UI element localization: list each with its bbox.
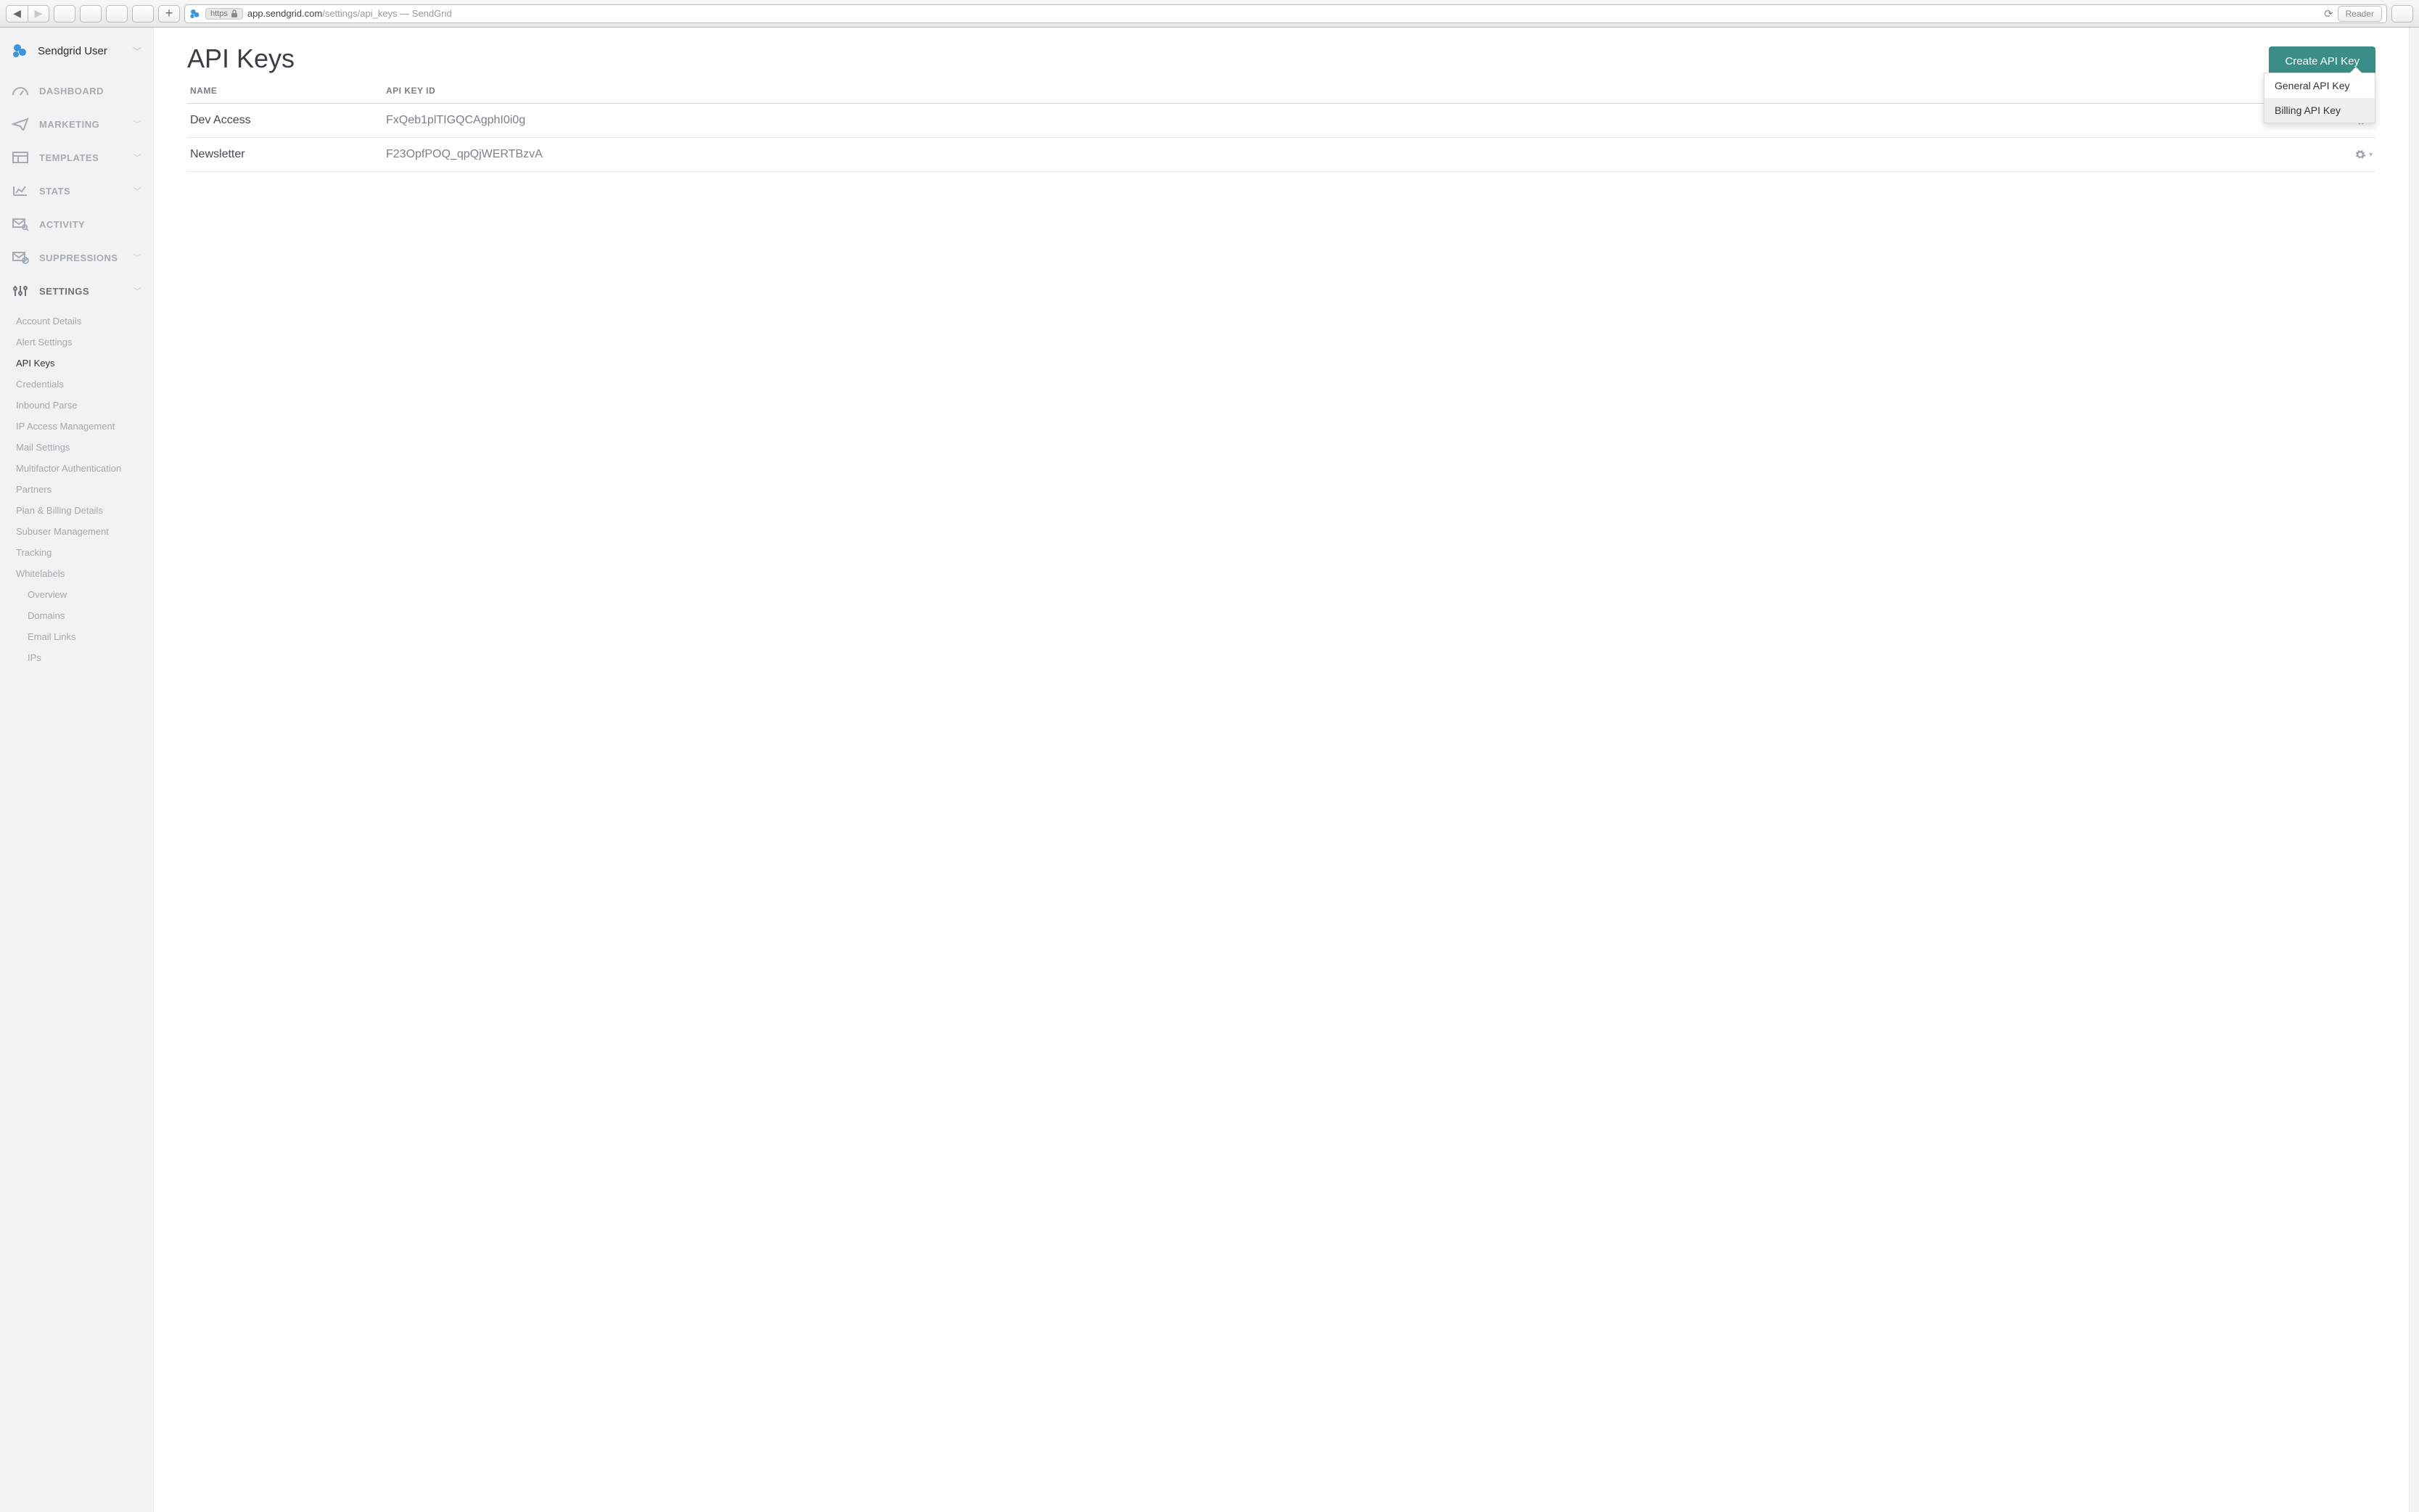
sendgrid-logo-icon bbox=[12, 42, 29, 59]
page-title: API Keys bbox=[187, 44, 2375, 74]
mail-blocked-icon bbox=[12, 251, 29, 264]
settings-child-credentials[interactable]: Credentials bbox=[0, 374, 153, 395]
api-key-name: Newsletter bbox=[190, 148, 386, 161]
url-host: app.sendgrid.com bbox=[247, 8, 322, 19]
chevron-down-icon: ﹀ bbox=[134, 118, 142, 130]
dropdown-item-general-api-key[interactable]: General API Key bbox=[2264, 73, 2375, 98]
nav-back-forward-group: ◀ ▶ bbox=[6, 5, 49, 22]
column-header-keyid: API KEY ID bbox=[386, 86, 2285, 96]
sliders-icon bbox=[12, 284, 29, 297]
chevron-down-icon: ﹀ bbox=[133, 45, 141, 57]
sidebar-item-label: TEMPLATES bbox=[39, 152, 99, 163]
whitelabels-child-domains[interactable]: Domains bbox=[0, 605, 153, 626]
extensions-button[interactable] bbox=[132, 5, 154, 22]
settings-child-whitelabels[interactable]: Whitelabels bbox=[0, 563, 153, 584]
sidebar-item-activity[interactable]: ACTIVITY bbox=[0, 208, 153, 241]
settings-child-inbound-parse[interactable]: Inbound Parse bbox=[0, 395, 153, 416]
chevron-down-icon: ﹀ bbox=[134, 252, 142, 263]
settings-child-subuser-management[interactable]: Subuser Management bbox=[0, 521, 153, 542]
https-badge: https bbox=[205, 8, 243, 20]
sidebar-item-stats[interactable]: STATS ﹀ bbox=[0, 174, 153, 208]
sidebar-item-label: MARKETING bbox=[39, 119, 99, 130]
sidebar-item-settings[interactable]: SETTINGS ﹀ bbox=[0, 274, 153, 308]
settings-gear-button[interactable] bbox=[2391, 5, 2413, 22]
mail-search-icon bbox=[12, 218, 29, 231]
icloud-tabs-button[interactable] bbox=[54, 5, 75, 22]
whitelabels-child-email-links[interactable]: Email Links bbox=[0, 626, 153, 647]
api-key-name: Dev Access bbox=[190, 114, 386, 127]
api-key-actions[interactable]: ▾ bbox=[2285, 148, 2373, 161]
paper-plane-icon bbox=[12, 118, 29, 131]
nav-forward-button[interactable]: ▶ bbox=[28, 5, 49, 22]
reader-button[interactable]: Reader bbox=[2338, 6, 2382, 22]
settings-child-mail-settings[interactable]: Mail Settings bbox=[0, 437, 153, 458]
settings-child-api-keys[interactable]: API Keys bbox=[0, 353, 153, 374]
chevron-down-icon: ﹀ bbox=[134, 152, 142, 163]
api-key-row: Newsletter F23OpfPOQ_qpQjWERTBzvA ▾ bbox=[187, 138, 2375, 172]
main-content: API Keys Create API Key General API Key … bbox=[154, 28, 2409, 1512]
caret-down-icon: ▾ bbox=[2369, 151, 2373, 159]
sidebar-item-marketing[interactable]: MARKETING ﹀ bbox=[0, 107, 153, 141]
settings-child-tracking[interactable]: Tracking bbox=[0, 542, 153, 563]
api-keys-table-header: NAME API KEY ID ACTION bbox=[187, 78, 2375, 104]
sidebar-item-label: ACTIVITY bbox=[39, 219, 85, 230]
nav-back-button[interactable]: ◀ bbox=[6, 5, 28, 22]
share-button[interactable] bbox=[80, 5, 102, 22]
api-key-row: Dev Access FxQeb1plTIGQCAgphI0i0g ▾ bbox=[187, 104, 2375, 138]
settings-child-partners[interactable]: Partners bbox=[0, 479, 153, 500]
url-text: app.sendgrid.com/settings/api_keys — Sen… bbox=[247, 8, 452, 19]
column-header-name: NAME bbox=[190, 86, 386, 96]
reload-icon[interactable]: ⟳ bbox=[2324, 7, 2333, 20]
user-menu[interactable]: Sendgrid User ﹀ bbox=[0, 28, 153, 74]
settings-child-account-details[interactable]: Account Details bbox=[0, 311, 153, 332]
settings-submenu: Account Details Alert Settings API Keys … bbox=[0, 308, 153, 673]
address-bar[interactable]: https app.sendgrid.com/settings/api_keys… bbox=[184, 4, 2387, 23]
url-title-suffix: — SendGrid bbox=[398, 8, 452, 19]
sidebar-item-templates[interactable]: TEMPLATES ﹀ bbox=[0, 141, 153, 174]
dropdown-item-billing-api-key[interactable]: Billing API Key bbox=[2264, 98, 2375, 123]
settings-child-multifactor-authentication[interactable]: Multifactor Authentication bbox=[0, 458, 153, 479]
sidebar-item-label: SUPPRESSIONS bbox=[39, 252, 118, 263]
api-key-id: FxQeb1plTIGQCAgphI0i0g bbox=[386, 114, 2285, 127]
sidebar: Sendgrid User ﹀ DASHBOARD MARKETING ﹀ TE… bbox=[0, 28, 154, 1512]
sidebar-item-suppressions[interactable]: SUPPRESSIONS ﹀ bbox=[0, 241, 153, 274]
chevron-down-icon: ﹀ bbox=[134, 185, 142, 197]
new-tab-button[interactable]: + bbox=[158, 5, 180, 22]
scheme-label: https bbox=[210, 9, 228, 18]
api-key-id: F23OpfPOQ_qpQjWERTBzvA bbox=[386, 148, 2285, 161]
sidebar-item-label: SETTINGS bbox=[39, 286, 89, 297]
sidebar-item-label: DASHBOARD bbox=[39, 86, 104, 96]
gear-icon bbox=[2354, 149, 2366, 160]
chart-icon bbox=[12, 184, 29, 197]
layout-icon bbox=[12, 151, 29, 164]
vertical-scrollbar[interactable] bbox=[2409, 28, 2419, 1512]
sidebar-item-label: STATS bbox=[39, 186, 70, 197]
settings-child-plan-billing[interactable]: Plan & Billing Details bbox=[0, 500, 153, 521]
sidebar-item-dashboard[interactable]: DASHBOARD bbox=[0, 74, 153, 107]
site-favicon-icon bbox=[189, 8, 201, 20]
settings-child-ip-access-management[interactable]: IP Access Management bbox=[0, 416, 153, 437]
whitelabels-child-ips[interactable]: IPs bbox=[0, 647, 153, 668]
settings-child-alert-settings[interactable]: Alert Settings bbox=[0, 332, 153, 353]
create-api-key-dropdown: General API Key Billing API Key bbox=[2264, 73, 2375, 123]
browser-toolbar: ◀ ▶ + https app.sendgrid.com bbox=[0, 0, 2419, 28]
whitelabels-child-overview[interactable]: Overview bbox=[0, 584, 153, 605]
user-display-name: Sendgrid User bbox=[38, 45, 107, 57]
reading-list-button[interactable] bbox=[106, 5, 128, 22]
dashboard-icon bbox=[12, 84, 29, 97]
lock-icon bbox=[231, 9, 238, 18]
chevron-down-icon: ﹀ bbox=[134, 285, 142, 297]
app-root: Sendgrid User ﹀ DASHBOARD MARKETING ﹀ TE… bbox=[0, 28, 2419, 1512]
url-path: /settings/api_keys bbox=[322, 8, 397, 19]
